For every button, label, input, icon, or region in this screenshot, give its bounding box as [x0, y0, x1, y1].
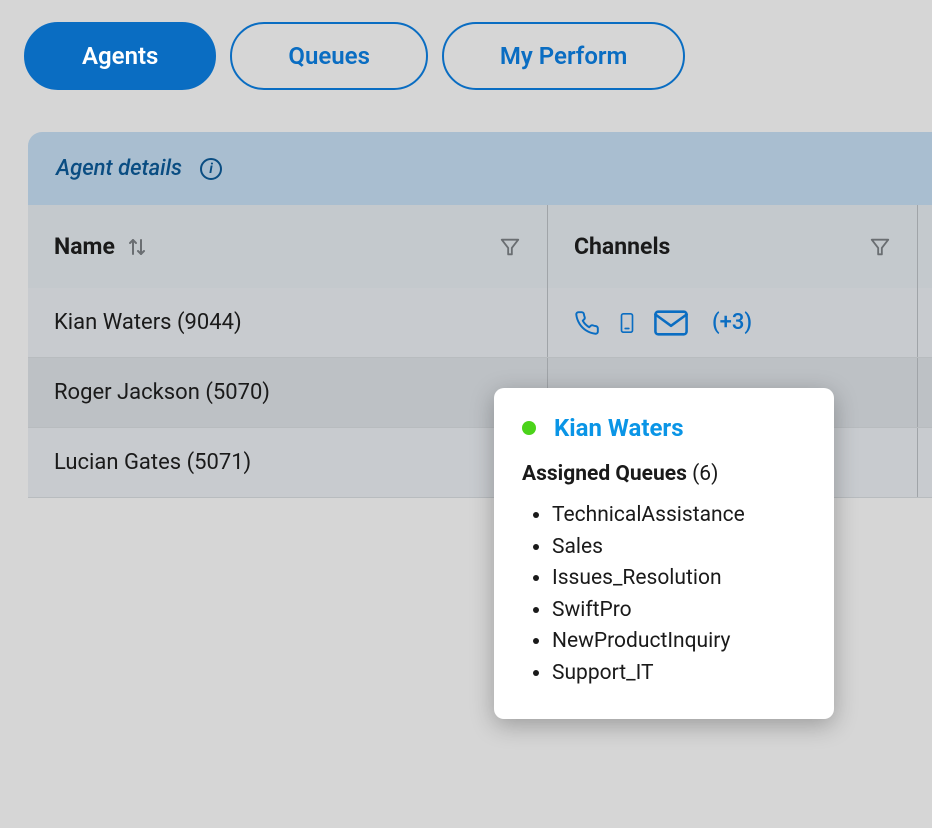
agent-name-cell: Roger Jackson (5070)	[28, 358, 548, 427]
popover-subhead: Assigned Queues (6)	[522, 462, 806, 486]
agent-name-cell: Kian Waters (9044)	[28, 288, 548, 357]
queue-list: TechnicalAssistance Sales Issues_Resolut…	[522, 500, 806, 689]
column-label-name: Name	[54, 233, 115, 260]
phone-icon[interactable]	[574, 310, 600, 336]
queue-item: SwiftPro	[552, 595, 806, 627]
table-header: Name Channels	[28, 205, 932, 288]
sort-icon[interactable]	[127, 236, 147, 258]
tab-agents[interactable]: Agents	[24, 22, 216, 90]
assigned-queues-label: Assigned Queues	[522, 462, 687, 486]
queue-item: NewProductInquiry	[552, 626, 806, 658]
agent-queues-popover: Kian Waters Assigned Queues (6) Technica…	[494, 388, 834, 719]
section-header: Agent details i	[28, 132, 932, 205]
queue-item: TechnicalAssistance	[552, 500, 806, 532]
tab-my-performance[interactable]: My Perform	[442, 22, 685, 90]
queue-item: Issues_Resolution	[552, 563, 806, 595]
column-header-name[interactable]: Name	[28, 205, 548, 288]
queue-item: Support_IT	[552, 658, 806, 690]
agent-name-cell: Lucian Gates (5071)	[28, 428, 548, 497]
mail-icon[interactable]	[654, 310, 688, 336]
status-online-icon	[522, 421, 536, 435]
view-tabs: Agents Queues My Perform	[0, 0, 932, 90]
popover-agent-name[interactable]: Kian Waters	[554, 414, 684, 442]
popover-header: Kian Waters	[522, 414, 806, 442]
queue-item: Sales	[552, 532, 806, 564]
section-title: Agent details	[56, 156, 182, 181]
tab-queues[interactable]: Queues	[230, 22, 428, 90]
table-row[interactable]: Kian Waters (9044)	[28, 288, 932, 358]
filter-icon[interactable]	[499, 236, 521, 258]
channels-cell: (+3)	[548, 288, 918, 357]
column-header-channels[interactable]: Channels	[548, 205, 918, 288]
more-channels-count[interactable]: (+3)	[712, 310, 752, 335]
info-icon[interactable]: i	[200, 158, 222, 180]
filter-icon[interactable]	[869, 236, 891, 258]
mobile-icon[interactable]	[616, 309, 638, 337]
assigned-queues-count: (6)	[692, 462, 718, 486]
column-label-channels: Channels	[574, 233, 670, 260]
